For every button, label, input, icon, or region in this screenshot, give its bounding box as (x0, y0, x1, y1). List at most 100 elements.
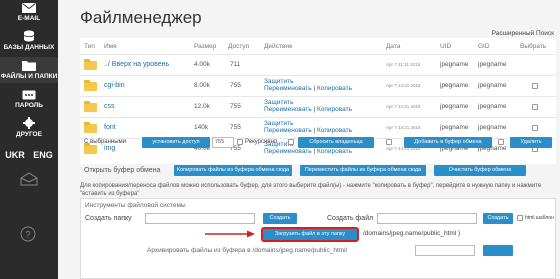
action-separator: | (313, 106, 316, 113)
html-template-checkbox[interactable] (517, 215, 523, 221)
protect-link[interactable]: Защитить (264, 78, 294, 85)
add-to-buffer-button[interactable]: Добавить в буфер обмена (404, 137, 492, 148)
folder-icon (84, 101, 97, 112)
row-checkbox[interactable] (532, 83, 538, 89)
file-size: 8.00k (194, 82, 210, 89)
file-name[interactable]: ../ Вверх на уровень (104, 61, 169, 68)
lang-ukr[interactable]: UKR (5, 150, 25, 160)
create-file-label: Создать файл (327, 215, 374, 222)
sidebar-item-email-label: E-MAIL (17, 15, 41, 22)
file-uid: jpegname (440, 103, 469, 110)
copy-from-buffer-button[interactable]: Копировать файлы из буфера обмена сюда (174, 165, 292, 176)
move-from-buffer-button[interactable]: Переместить файлы из буфера обмена сюда (300, 165, 426, 176)
sidebar-item-other-label: ДРУГОЕ (16, 131, 42, 138)
sidebar-item-files[interactable]: ФАЙЛЫ И ПАПКИ (0, 57, 58, 83)
sidebar-item-password[interactable]: ПАРОЛЬ (0, 90, 58, 110)
delete-checkbox[interactable] (498, 139, 504, 145)
table-row[interactable]: font 140k 755 Защитить Переименовать | К… (80, 117, 556, 137)
copy-link[interactable]: Копировать (317, 106, 352, 113)
file-perm: 755 (230, 82, 241, 89)
reset-owner-button[interactable]: Сбросить владельца (298, 137, 374, 148)
clear-buffer-button[interactable]: Очистить буфер обмена (434, 165, 526, 176)
file-name[interactable]: font (104, 124, 116, 131)
rename-link[interactable]: Переименовать (264, 106, 312, 113)
col-uid: UID (440, 43, 452, 50)
bulk-actions: С выбранными установить доступ 755 Рекур… (80, 136, 556, 152)
file-gid: jpegname (478, 61, 507, 68)
sidebar-item-email[interactable]: E-MAIL (0, 3, 58, 23)
file-size: 12.0k (194, 103, 210, 110)
main-content: Файлменеджер Расширенный Поиск Тип Имя Р… (58, 0, 560, 279)
file-size: 4.00k (194, 61, 210, 68)
row-checkbox[interactable] (532, 104, 538, 110)
rename-link[interactable]: Переименовать (264, 127, 312, 134)
col-date: Дата (386, 43, 401, 50)
file-name[interactable]: css (104, 103, 115, 110)
create-folder-label: Создать папку (85, 215, 132, 222)
table-header: Тип Имя Размер Доступ Действие Дата UID … (80, 43, 556, 53)
row-actions: Защитить Переименовать | Копировать (264, 78, 352, 92)
open-buffer-label: Открыть буфер обмена (84, 167, 161, 174)
copy-link[interactable]: Копировать (317, 127, 352, 134)
file-size: 140k (194, 124, 209, 131)
sidebar-item-password-label: ПАРОЛЬ (15, 102, 43, 109)
file-date: Apr 7 14:21 2016 (386, 83, 421, 88)
file-uid: jpegname (440, 61, 469, 68)
file-date: Apr 7 14:21 2016 (386, 104, 421, 109)
protect-link[interactable]: Защитить (264, 120, 294, 127)
create-folder-button[interactable]: Создать (263, 213, 297, 224)
archive-label: Архивировать файлы из буфера в /domains/… (147, 247, 348, 254)
html-template-label: html шаблон (525, 215, 554, 221)
perm-input[interactable]: 755 (212, 137, 234, 148)
arrow-right-icon (205, 230, 255, 238)
envelope-open-icon[interactable] (20, 172, 38, 186)
col-size: Размер (194, 43, 217, 50)
rename-link[interactable]: Переименовать (264, 85, 312, 92)
file-perm: 755 (230, 103, 241, 110)
action-separator: | (313, 85, 316, 92)
row-actions: Защитить Переименовать | Копировать (264, 99, 352, 113)
create-folder-input[interactable] (145, 213, 255, 224)
help-icon[interactable]: ? (20, 226, 36, 242)
archive-input[interactable] (415, 245, 475, 256)
protect-link[interactable]: Защитить (264, 99, 294, 106)
file-gid: jpegname (478, 82, 507, 89)
sidebar-item-files-label: ФАЙЛЫ И ПАПКИ (0, 73, 58, 80)
folder-icon (84, 80, 97, 91)
delete-button[interactable]: Удалить (510, 137, 552, 148)
lang-eng[interactable]: ENG (33, 150, 53, 160)
advanced-search-link[interactable]: Расширенный Поиск (492, 30, 554, 37)
create-file-button[interactable]: Создать (483, 213, 513, 224)
sidebar-item-other[interactable]: ДРУГОЕ (0, 117, 58, 139)
sidebar-item-databases[interactable]: БАЗЫ ДАННЫХ (0, 30, 58, 52)
create-file-input[interactable] (377, 213, 477, 224)
sidebar: E-MAIL БАЗЫ ДАННЫХ ФАЙЛЫ И ПАПКИ ПАРОЛЬ … (0, 0, 58, 279)
row-actions: Защитить Переименовать | Копировать (264, 120, 352, 134)
gear-icon (23, 117, 35, 129)
tools-title: Инструменты файловой системы (85, 202, 186, 209)
row-checkbox[interactable] (532, 125, 538, 131)
file-perm: 755 (230, 124, 241, 131)
archive-button[interactable] (483, 245, 513, 256)
set-access-button[interactable]: установить доступ (142, 137, 210, 148)
copy-link[interactable]: Копировать (317, 85, 352, 92)
file-name[interactable]: cgi-bin (104, 82, 125, 89)
sidebar-item-databases-label: БАЗЫ ДАННЫХ (3, 44, 55, 51)
recursive-checkbox[interactable] (237, 139, 243, 145)
upload-file-button[interactable]: Загрузить файл в эту папку (261, 227, 359, 242)
upload-path: /domains/jpeg.name/public_html ) (363, 230, 461, 237)
reset-owner-checkbox[interactable] (288, 139, 294, 145)
mail-icon (22, 3, 36, 13)
recursive-label: Рекурсивно (245, 139, 278, 145)
table-row[interactable]: cgi-bin 8.00k 755 Защитить Переименовать… (80, 75, 556, 95)
table-row[interactable]: ../ Вверх на уровень 4.00k 711 Apr 7 21:… (80, 54, 556, 74)
folder-icon (84, 122, 97, 133)
table-row[interactable]: css 12.0k 755 Защитить Переименовать | К… (80, 96, 556, 116)
folder-icon (84, 59, 97, 70)
col-select: Выбрать (520, 43, 547, 50)
col-access: Доступ (228, 43, 250, 50)
buffer-checkbox[interactable] (386, 139, 392, 145)
file-uid: jpegname (440, 82, 469, 89)
file-perm: 711 (230, 61, 241, 68)
bulk-selected-label: С выбранными (84, 139, 127, 145)
